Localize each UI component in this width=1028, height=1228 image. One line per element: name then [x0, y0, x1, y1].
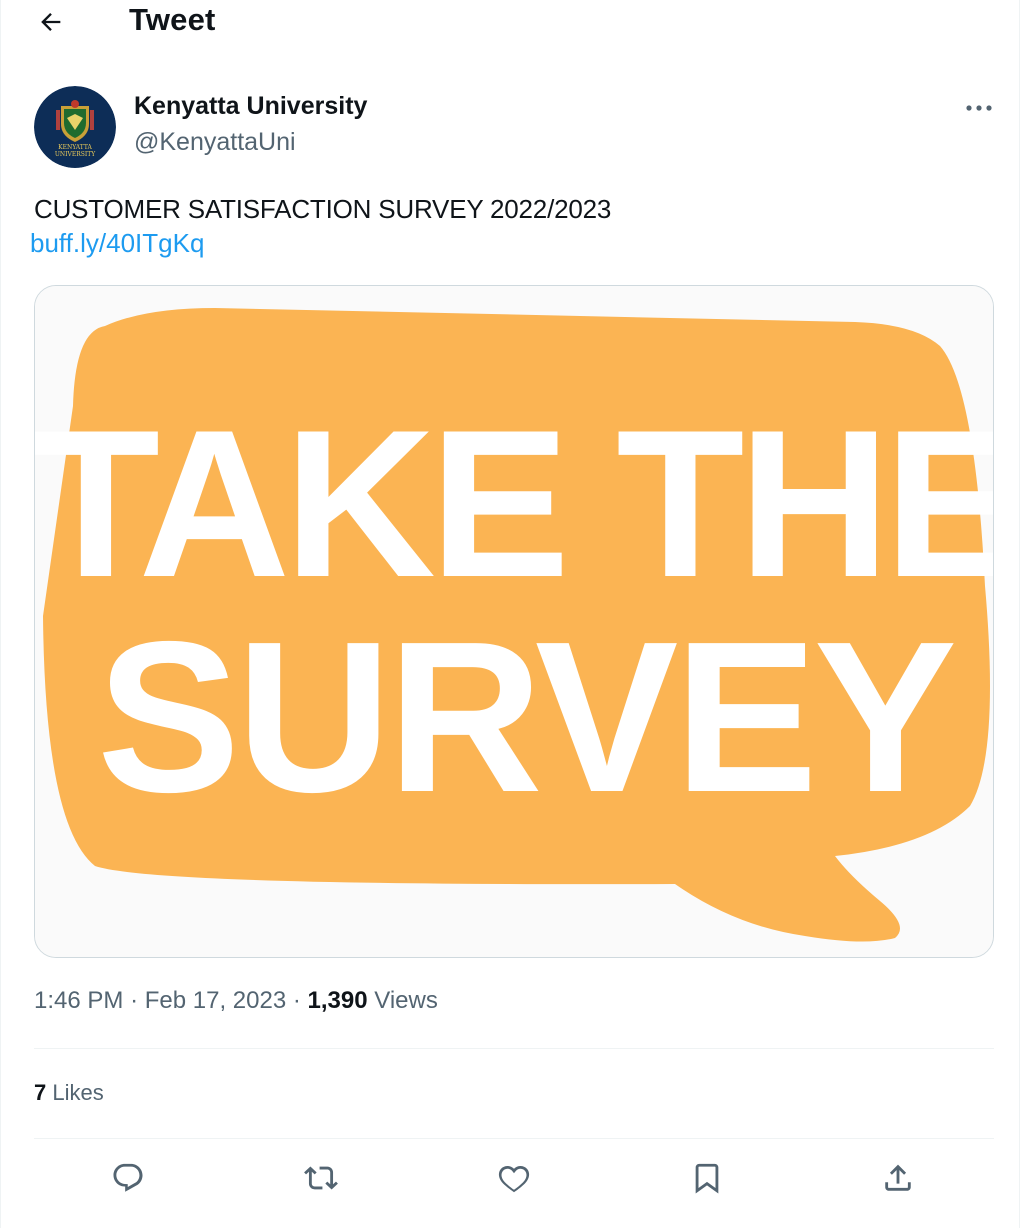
author-name[interactable]: Kenyatta University [134, 92, 367, 121]
meta-separator: · [292, 987, 301, 1014]
divider [34, 1048, 994, 1049]
share-button[interactable] [870, 1150, 926, 1206]
tweet-image[interactable]: TAKE THE SURVEY [34, 285, 994, 958]
share-icon [885, 1164, 911, 1191]
svg-text:UNIVERSITY: UNIVERSITY [55, 151, 96, 158]
likes-count: 7 [34, 1080, 47, 1105]
tweet-date[interactable]: Feb 17, 2023 [145, 987, 286, 1014]
reply-icon [113, 1163, 143, 1192]
header: Tweet [1, 0, 1021, 50]
image-line-1: TAKE THE [35, 386, 993, 621]
retweet-button[interactable] [293, 1150, 349, 1206]
image-line-2: SURVEY [97, 596, 954, 837]
reply-button[interactable] [100, 1150, 156, 1206]
take-the-survey-image: TAKE THE SURVEY [35, 286, 993, 957]
meta-separator: · [130, 987, 139, 1014]
tweet-page: Tweet KENYATTA UNIVERSITY Kenyatta Unive… [0, 0, 1020, 1228]
views-label: Views [374, 987, 438, 1014]
tweet-actions [34, 1150, 994, 1210]
divider [34, 1138, 994, 1139]
tweet-link[interactable]: buff.ly/40ITgKq [30, 228, 204, 259]
page-title: Tweet [129, 2, 216, 37]
likes-label: Likes [52, 1080, 104, 1105]
tweet-text: CUSTOMER SATISFACTION SURVEY 2022/2023 [34, 194, 612, 224]
retweet-icon [304, 1166, 338, 1190]
author-handle[interactable]: @KenyattaUni [134, 128, 296, 157]
more-options-button[interactable] [957, 90, 1001, 126]
tweet-time[interactable]: 1:46 PM [34, 987, 123, 1014]
bookmark-icon [695, 1163, 719, 1194]
tweet-meta: 1:46 PM · Feb 17, 2023 · 1,390 Views [34, 987, 438, 1015]
more-horizontal-icon [966, 105, 992, 111]
arrow-left-icon [41, 13, 61, 31]
views-count: 1,390 [307, 987, 368, 1014]
avatar[interactable]: KENYATTA UNIVERSITY [34, 86, 116, 168]
bookmark-button[interactable] [679, 1150, 735, 1206]
back-button[interactable] [27, 0, 75, 44]
heart-icon [498, 1165, 530, 1193]
university-crest-logo: KENYATTA UNIVERSITY [34, 86, 116, 168]
likes-stat[interactable]: 7 Likes [34, 1080, 104, 1106]
like-button[interactable] [486, 1150, 542, 1206]
svg-text:KENYATTA: KENYATTA [58, 144, 92, 151]
